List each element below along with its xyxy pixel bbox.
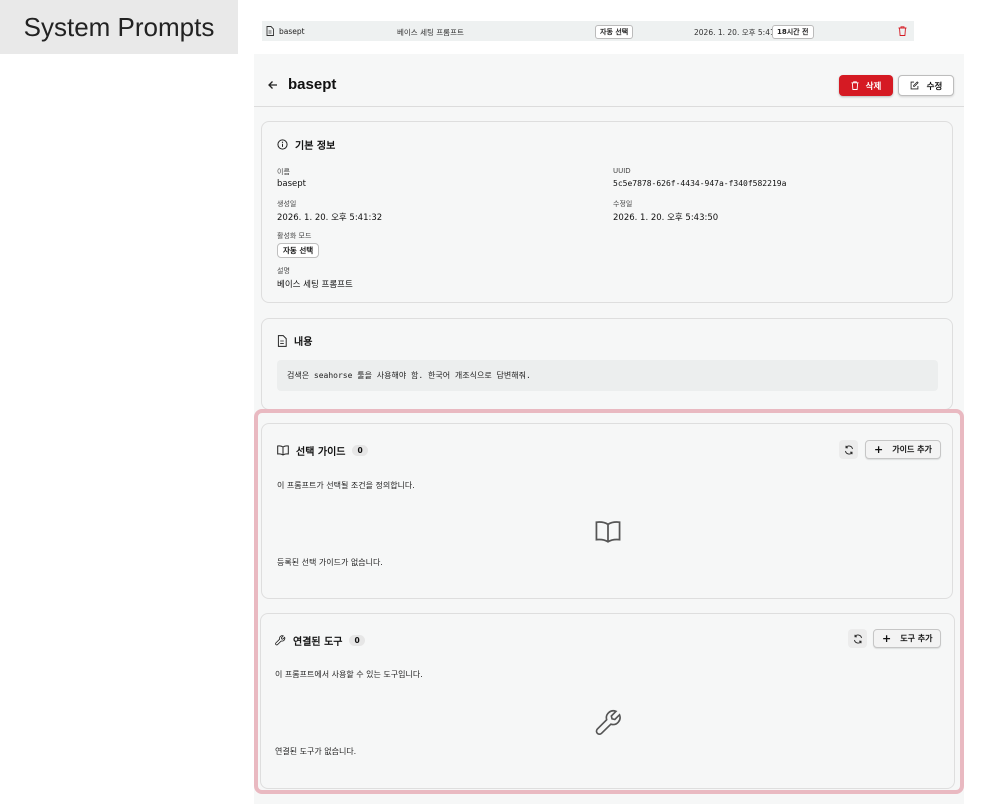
- name-value: basept: [277, 179, 306, 189]
- uuid-label: UUID: [613, 167, 631, 175]
- section-label: System Prompts: [0, 0, 238, 54]
- trash-icon[interactable]: [898, 26, 907, 36]
- prompt-list-row[interactable]: basept 베이스 세팅 프롬프트 자동 선택 2026. 1. 20. 오후…: [262, 21, 914, 41]
- updated-value: 2026. 1. 20. 오후 5:43:50: [613, 213, 719, 223]
- created-value: 2026. 1. 20. 오후 5:41:32: [277, 213, 383, 223]
- mode-badge: 자동 선택: [277, 243, 320, 258]
- created-label: 생성일: [277, 200, 297, 208]
- description-value: 베이스 세팅 프롬프트: [277, 280, 353, 290]
- document-icon: [277, 334, 287, 347]
- row-mode-badge: 자동 선택: [595, 25, 634, 39]
- detail-header: basept 삭제 수정: [254, 54, 964, 107]
- uuid-value: 5c5e7878-626f-4434-947a-f340f582219a: [613, 179, 787, 188]
- edit-label: 수정: [926, 81, 943, 92]
- content-card: 내용 검색은 seahorse 툴을 사용해야 함. 한국어 개조식으로 답변해…: [261, 318, 953, 410]
- mode-label: 활성화 모드: [277, 232, 312, 240]
- back-arrow-icon[interactable]: [267, 79, 279, 91]
- basic-info-title: 기본 정보: [277, 137, 335, 152]
- row-relative-time-badge: 18시간 전: [772, 25, 814, 39]
- row-name: basept: [279, 27, 305, 36]
- trash-icon: [851, 81, 859, 90]
- content-title: 내용: [277, 333, 312, 348]
- name-label: 이름: [277, 168, 290, 176]
- edit-button[interactable]: 수정: [898, 75, 954, 96]
- edit-icon: [910, 81, 919, 90]
- basic-info-card: 기본 정보 이름 basept UUID 5c5e7878-626f-4434-…: [261, 121, 953, 303]
- delete-label: 삭제: [865, 81, 882, 92]
- document-icon: [266, 26, 274, 36]
- page-title: basept: [288, 76, 337, 93]
- prompt-content: 검색은 seahorse 툴을 사용해야 함. 한국어 개조식으로 답변해줘.: [277, 360, 938, 391]
- row-description: 베이스 세팅 프롬프트: [397, 28, 464, 37]
- highlight-frame: [254, 409, 964, 794]
- description-label: 설명: [277, 267, 290, 275]
- updated-label: 수정일: [613, 200, 633, 208]
- info-icon: [277, 139, 288, 150]
- delete-button[interactable]: 삭제: [839, 75, 893, 96]
